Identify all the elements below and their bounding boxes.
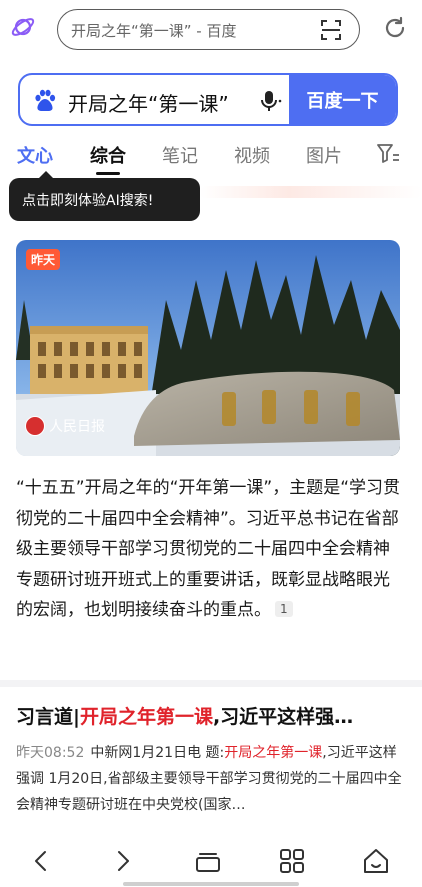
result-title-highlight: 开局之年第一课 [79,706,213,728]
search-button[interactable]: 百度一下 [289,75,396,124]
address-bar-text[interactable]: 开局之年“第一课” - 百度 [71,20,237,41]
baidu-paw-icon [35,89,56,112]
tab-notes[interactable]: 笔记 [162,142,198,168]
home-indicator[interactable] [123,882,299,886]
tab-videos[interactable]: 视频 [234,142,270,168]
ai-summary: “十五五”开局之年的“开年第一课”，主题是“学习贯彻党的二十届四中全会精神”。习… [16,473,404,626]
tab-wenxin[interactable]: 文心 [17,142,53,168]
image-source: 人民日报 [25,416,105,436]
filter-icon[interactable] [376,143,400,165]
tab-all[interactable]: 综合 [90,142,126,175]
result-title[interactable]: 习言道|开局之年第一课,习近平这样强… [16,702,406,729]
result-snippet-pre: 中新网1月21日电 题: [90,745,225,761]
result-title-prefix: 习言道| [16,706,80,728]
browser-top-bar: 开局之年“第一课” - 百度 [0,0,422,58]
search-box[interactable]: 开局之年“第一课” 百度一下 [18,73,398,126]
ai-search-tooltip[interactable]: 点击即刻体验AI搜索! [9,171,200,221]
ai-summary-text: “十五五”开局之年的“开年第一课”，主题是“学习贯彻党的二十届四中全会精神”。习… [16,478,401,620]
result-snippet[interactable]: 昨天08:52 中新网1月21日电 题:开局之年第一课,习近平这样强调 1月20日… [16,740,406,818]
address-bar[interactable]: 开局之年“第一课” - 百度 [57,9,360,50]
source-logo-icon [25,416,45,436]
reload-icon[interactable] [382,15,408,41]
scan-icon[interactable] [319,18,343,42]
news-image-card[interactable]: 昨天 人民日报 [16,240,400,456]
planet-icon[interactable] [10,14,36,40]
ai-banner-background [200,186,422,198]
search-query[interactable]: 开局之年“第一课” [68,88,229,117]
section-divider [0,680,422,687]
result-time: 昨天08:52 [16,745,85,761]
back-icon[interactable] [26,846,56,876]
time-badge: 昨天 [26,249,61,270]
tabs-icon[interactable] [193,846,223,876]
apps-grid-icon[interactable] [277,846,307,876]
image-source-label: 人民日报 [49,419,105,435]
tab-images[interactable]: 图片 [306,142,342,168]
citation-marker[interactable]: 1 [275,601,293,617]
result-snippet-highlight: 开局之年第一课 [224,745,323,761]
result-title-suffix: ,习近平这样强… [212,706,354,728]
microphone-icon[interactable] [256,88,282,114]
home-icon[interactable] [361,846,391,876]
bottom-nav [0,838,422,887]
forward-icon[interactable] [108,846,138,876]
search-tabs: 文心 综合 笔记 视频 图片 [0,138,422,175]
